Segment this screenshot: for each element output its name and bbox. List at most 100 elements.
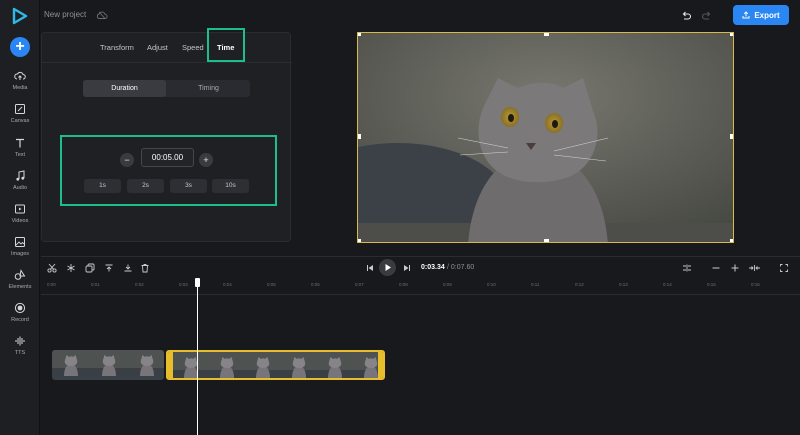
tab-transform[interactable]: Transform [100, 43, 134, 52]
canvas-icon [15, 104, 25, 114]
sidebar-item-label: Text [14, 152, 26, 158]
delete-trash-icon[interactable] [140, 263, 150, 273]
clip-thumbnail-frame [52, 350, 90, 376]
add-media-button[interactable]: + [10, 37, 30, 57]
sidebar-item-elements[interactable]: Elements [0, 269, 40, 299]
record-icon [14, 302, 26, 314]
waveform-icon [15, 336, 25, 346]
magnet-snap-icon[interactable] [682, 263, 692, 273]
preset-10s-button[interactable]: 10s [212, 179, 249, 193]
ruler-tick-label: 0:13 [619, 282, 628, 287]
export-button[interactable]: Export [733, 5, 789, 25]
duration-editor-highlight: − 00:05.00 + 1s 2s 3s 10s [60, 135, 277, 206]
ruler-tick-label: 0:14 [663, 282, 672, 287]
clip-thumbnail-frame [172, 352, 210, 378]
project-title[interactable]: New project [44, 10, 86, 19]
sidebar-item-audio[interactable]: Audio [0, 170, 40, 200]
app-logo-icon[interactable] [11, 7, 29, 25]
resize-handle-br[interactable] [730, 239, 733, 242]
resize-handle-tl[interactable] [358, 33, 361, 36]
ruler-tick-label: 0:10 [487, 282, 496, 287]
shapes-icon [14, 269, 26, 280]
skip-back-icon[interactable] [365, 263, 375, 273]
video-clip-2-selected[interactable] [166, 350, 385, 380]
ruler-tick-label: 0:06 [311, 282, 320, 287]
split-scissors-icon[interactable] [47, 263, 57, 273]
clip-thumbnail-frame [280, 352, 318, 378]
cloud-upload-icon [14, 71, 26, 80]
sidebar-item-videos[interactable]: Videos [0, 203, 40, 233]
duration-input[interactable]: 00:05.00 [141, 148, 194, 167]
ruler-tick-label: 0:15 [707, 282, 716, 287]
sidebar-item-label: Canvas [10, 118, 30, 124]
ruler-tick-label: 0:00 [47, 282, 56, 287]
playhead-handle[interactable] [195, 278, 200, 287]
undo-icon[interactable] [681, 10, 692, 21]
play-button[interactable] [379, 259, 396, 276]
left-sidebar: + Media Canvas Text Audio Videos Images … [0, 0, 40, 435]
sidebar-item-media[interactable]: Media [0, 70, 40, 100]
cloud-sync-icon [96, 11, 108, 20]
sidebar-item-tts[interactable]: TTS [0, 335, 40, 365]
sidebar-item-label: Record [11, 317, 29, 323]
clip-thumbnail-frame [128, 350, 164, 376]
export-label: Export [754, 10, 780, 20]
duplicate-icon[interactable] [85, 263, 95, 273]
resize-handle-top[interactable] [544, 33, 549, 36]
fullscreen-icon[interactable] [779, 263, 789, 273]
video-preview[interactable] [357, 32, 734, 243]
zoom-in-icon[interactable] [730, 263, 740, 273]
sidebar-item-canvas[interactable]: Canvas [0, 103, 40, 133]
tab-highlight-box [207, 28, 245, 62]
clip-trim-handle-left[interactable] [168, 352, 173, 378]
increment-button[interactable]: + [199, 153, 213, 167]
sidebar-item-label: TTS [14, 350, 26, 356]
resize-handle-left[interactable] [358, 134, 361, 139]
resize-handle-right[interactable] [730, 134, 733, 139]
zoom-out-icon[interactable] [711, 263, 721, 273]
tab-speed[interactable]: Speed [182, 43, 204, 52]
resize-handle-tr[interactable] [730, 33, 733, 36]
freeze-snowflake-icon[interactable] [66, 263, 76, 273]
cat-video-frame [358, 33, 733, 242]
sidebar-item-label: Audio [12, 185, 28, 191]
clip-thumbnail-frame [90, 350, 128, 376]
ruler-tick-label: 0:03 [179, 282, 188, 287]
timeline-toolbar: 0:03.34 / 0:07.60 [41, 256, 800, 278]
export-icon [742, 11, 750, 19]
clip-trim-handle-right[interactable] [378, 352, 383, 378]
sidebar-item-record[interactable]: Record [0, 302, 40, 332]
move-up-icon[interactable] [104, 263, 114, 273]
sidebar-item-label: Media [12, 85, 28, 91]
video-editor: + Media Canvas Text Audio Videos Images … [0, 0, 800, 435]
sidebar-item-images[interactable]: Images [0, 236, 40, 266]
skip-forward-icon[interactable] [402, 263, 412, 273]
move-down-icon[interactable] [123, 263, 133, 273]
resize-handle-bottom[interactable] [544, 239, 549, 242]
video-icon [15, 204, 25, 214]
play-icon [385, 264, 391, 271]
properties-panel: Transform Adjust Speed Time Duration Tim… [41, 28, 292, 242]
ruler-tick-label: 0:08 [399, 282, 408, 287]
segment-timing[interactable]: Timing [167, 80, 250, 97]
fit-timeline-icon[interactable] [748, 263, 761, 273]
preset-1s-button[interactable]: 1s [84, 179, 121, 193]
image-icon [15, 237, 25, 247]
tab-adjust[interactable]: Adjust [147, 43, 168, 52]
resize-handle-bl[interactable] [358, 239, 361, 242]
redo-icon[interactable] [701, 10, 712, 21]
segment-duration[interactable]: Duration [83, 80, 166, 97]
timeline-ruler[interactable]: 0:00 0:01 0:02 0:03 0:04 0:05 0:06 0:07 0:08 0:09… [41, 279, 800, 295]
video-clip-1[interactable] [52, 350, 164, 380]
preset-2s-button[interactable]: 2s [127, 179, 164, 193]
preset-3s-button[interactable]: 3s [170, 179, 207, 193]
text-icon [16, 138, 24, 148]
decrement-button[interactable]: − [120, 153, 134, 167]
ruler-tick-label: 0:09 [443, 282, 452, 287]
clip-thumbnail-frame [208, 352, 246, 378]
sidebar-item-label: Videos [11, 218, 29, 224]
clip-thumbnail-frame [316, 352, 354, 378]
sidebar-item-text[interactable]: Text [0, 137, 40, 167]
playhead-line [197, 279, 198, 435]
duration-timing-toggle: Duration Timing [83, 80, 250, 97]
